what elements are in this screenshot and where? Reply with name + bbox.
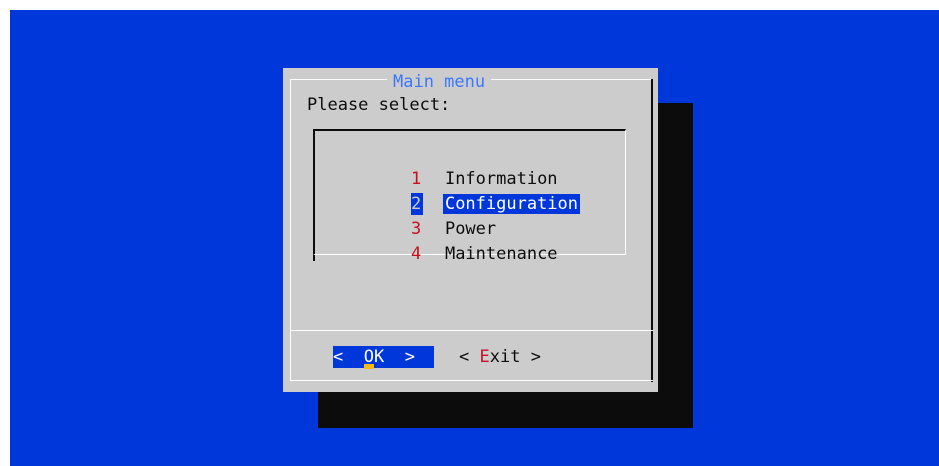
exit-hotkey: E (479, 347, 490, 367)
menu-item-configuration[interactable]: 2 Configuration (370, 171, 581, 215)
menu-list-corner (313, 255, 315, 261)
menu-item-information[interactable]: 1 Information (370, 146, 558, 189)
menu-item-key: 4 (410, 244, 422, 264)
main-menu-dialog: Main menu Please select: 1 Information 2C… (283, 68, 658, 392)
button-separator (290, 330, 653, 331)
exit-left-bracket: < (459, 347, 470, 367)
exit-button[interactable]: < Exit > (459, 346, 541, 368)
dialog-frame-right (651, 79, 653, 382)
exit-rest: xit (489, 347, 521, 367)
ok-left-bracket: < (333, 347, 344, 367)
menu-item-maintenance[interactable]: 4 Maintenance (370, 221, 558, 264)
ok-right-bracket: > (404, 347, 415, 367)
exit-right-bracket: > (530, 347, 541, 367)
menu-item-power[interactable]: 3 Power (370, 196, 496, 239)
dialog-frame-left (290, 79, 291, 380)
dialog-title: Main menu (387, 72, 492, 92)
ok-button[interactable]: < OK > (333, 346, 434, 368)
ok-hotkey: O (363, 347, 374, 367)
menu-item-label: Maintenance (444, 244, 558, 264)
ok-rest: K (373, 347, 385, 367)
dialog-prompt: Please select: (307, 95, 451, 115)
dialog-frame-bottom (290, 380, 653, 381)
